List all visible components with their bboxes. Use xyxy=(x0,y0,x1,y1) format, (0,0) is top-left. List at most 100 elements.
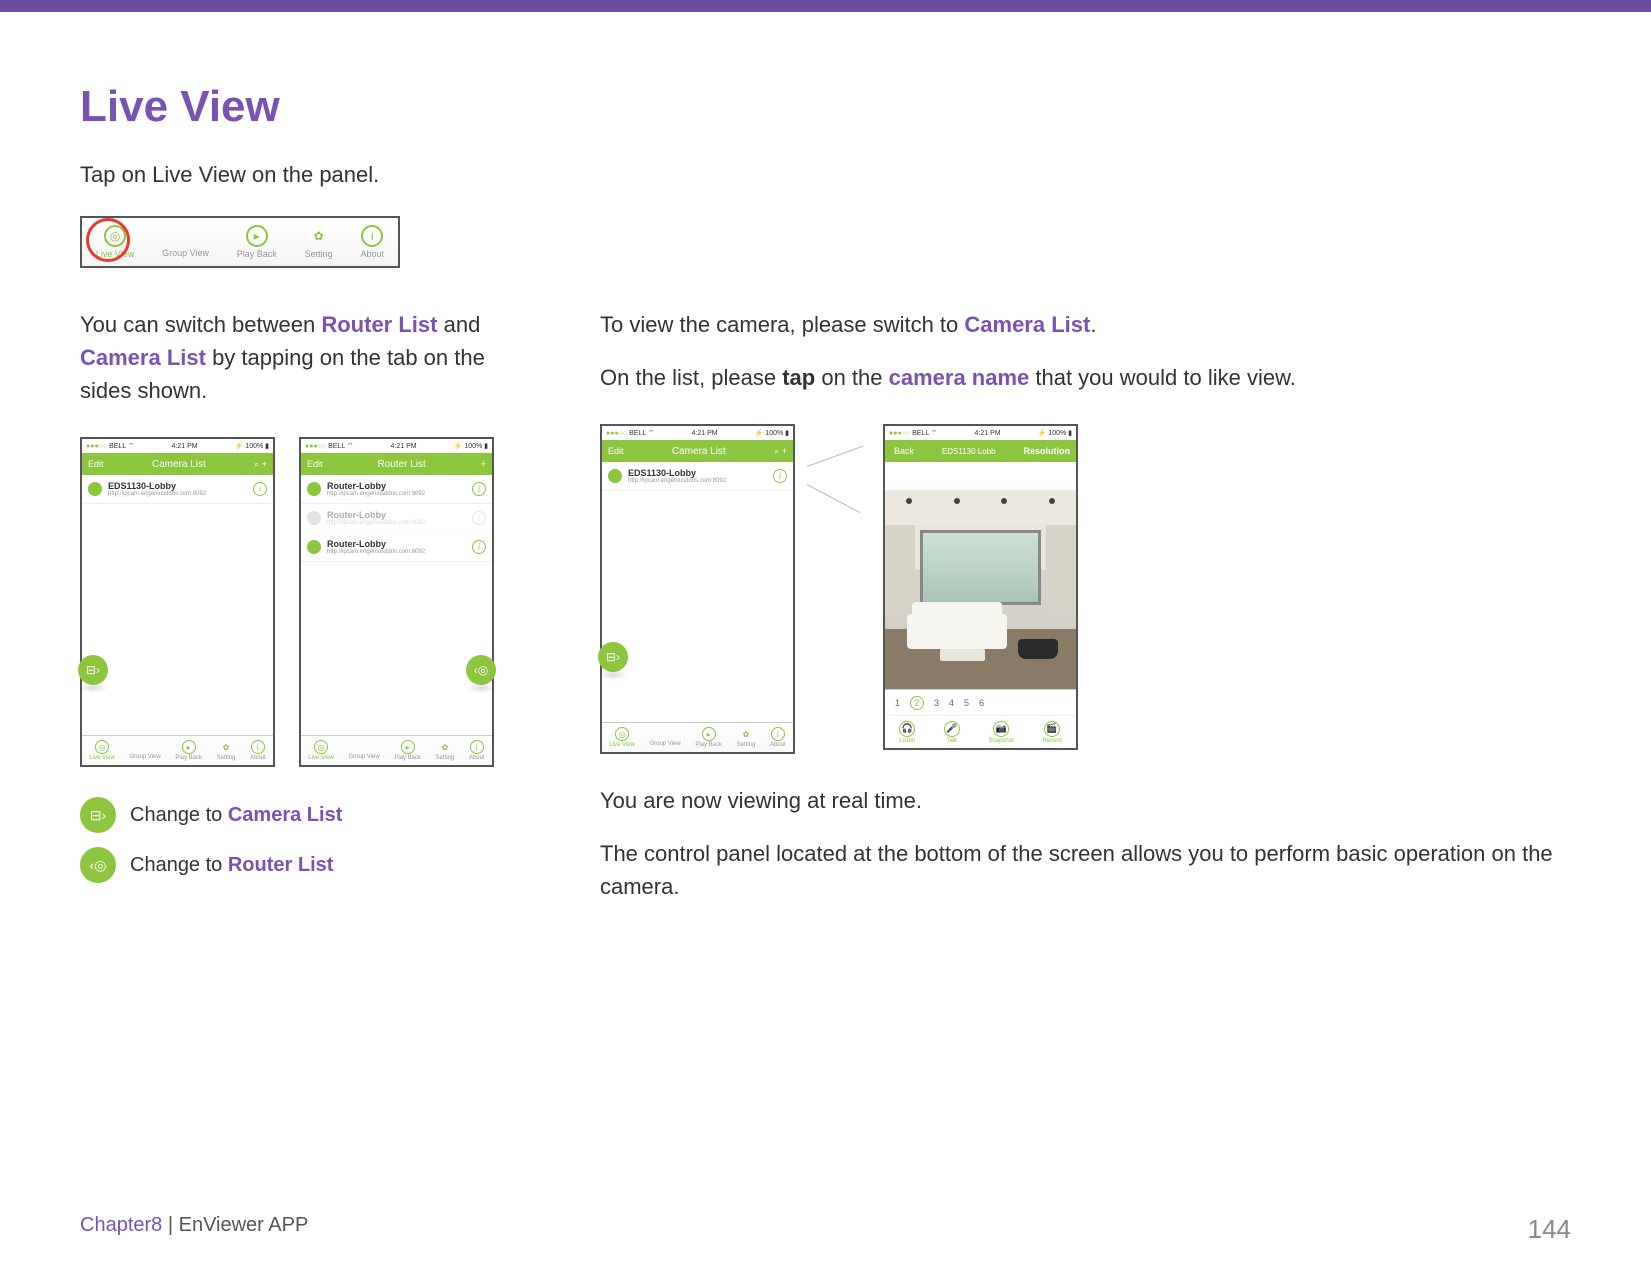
header-title: Camera List xyxy=(104,459,255,470)
tab-setting[interactable]: ✿Setting xyxy=(737,727,756,748)
status-dot-icon xyxy=(307,540,321,554)
search-icon[interactable]: ⌕ xyxy=(774,446,779,456)
add-icon[interactable]: + xyxy=(262,459,267,469)
tab-live-view[interactable]: ◎Live View xyxy=(89,740,115,761)
page-number: 144 xyxy=(1528,1214,1571,1245)
talk-button[interactable]: 🎤Talk xyxy=(944,721,960,744)
status-dot-icon xyxy=(307,511,321,525)
list-item[interactable]: Router-Lobbyhttp://ipcam.engeniusddns.co… xyxy=(301,533,492,562)
switch-tab-left[interactable]: ⊟› xyxy=(78,655,108,685)
pager: 1 2 3 4 5 6 xyxy=(885,690,1076,716)
legend-camera: ⊟› Change to Camera List xyxy=(80,797,540,833)
target-icon: ◎ xyxy=(95,740,109,754)
snapshot-button[interactable]: 📷Snapshot xyxy=(988,721,1013,744)
tab-group-view[interactable]: Group View xyxy=(649,728,680,747)
list-item[interactable]: Router-Lobbyhttp://ipcam.engeniusddns.co… xyxy=(301,475,492,504)
page-5[interactable]: 5 xyxy=(964,698,969,708)
header-actions: ⌕ + xyxy=(254,459,267,470)
info-icon[interactable]: i xyxy=(472,511,486,525)
header-title: Camera List xyxy=(624,446,775,457)
legend-router: ‹◎ Change to Router List xyxy=(80,847,540,883)
camera-url: http://ipcam.engeniusddns.com:8092 xyxy=(108,491,247,497)
panel-label: Group View xyxy=(162,248,209,258)
tab-shadow xyxy=(466,683,496,693)
tab-live-view[interactable]: ◎Live View xyxy=(609,727,635,748)
page-6[interactable]: 6 xyxy=(979,698,984,708)
app-name: EnViewer APP xyxy=(179,1214,309,1236)
target-icon: ◎ xyxy=(104,225,126,247)
info-icon: i xyxy=(470,740,484,754)
tab-live-view[interactable]: ◎Live View xyxy=(308,740,334,761)
tab-group-view[interactable]: Group View xyxy=(348,741,379,760)
panel-live-view[interactable]: ◎ Live View xyxy=(96,225,134,259)
page-4[interactable]: 4 xyxy=(949,698,954,708)
switch-tab-left[interactable]: ⊟› xyxy=(598,642,628,672)
edit-button[interactable]: Edit xyxy=(608,446,624,456)
chapter-label: Chapter8 xyxy=(80,1214,162,1236)
switch-tab-right-icon: ‹◎ xyxy=(80,847,116,883)
camera-icon: 📷 xyxy=(993,721,1009,737)
back-button[interactable]: ‹Back xyxy=(891,446,914,456)
page-3[interactable]: 3 xyxy=(934,698,939,708)
app-header: Edit Router List + xyxy=(301,453,492,475)
gear-icon: ✿ xyxy=(308,225,330,247)
tab-about[interactable]: iAbout xyxy=(250,740,266,761)
panel-label: Live View xyxy=(96,249,134,259)
search-icon[interactable]: ⌕ xyxy=(254,459,259,469)
listen-button[interactable]: 🎧Listen xyxy=(899,721,915,744)
tab-setting[interactable]: ✿Setting xyxy=(436,740,455,761)
video-feed[interactable] xyxy=(885,490,1076,690)
list-item[interactable]: Router-Lobbyhttp://ipcam.engeniusddns.co… xyxy=(301,504,492,533)
bottom-tab-bar: ◎Live View Group View ▸Play Back ✿Settin… xyxy=(301,735,492,765)
panel-about[interactable]: i About xyxy=(361,225,385,259)
tab-play-back[interactable]: ▸Play Back xyxy=(695,727,722,748)
info-icon: i xyxy=(251,740,265,754)
right-paragraph-1: To view the camera, please switch to Cam… xyxy=(600,308,1571,341)
page-1[interactable]: 1 xyxy=(895,698,900,708)
tab-play-back[interactable]: ▸Play Back xyxy=(394,740,421,761)
play-icon: ▸ xyxy=(182,740,196,754)
add-icon[interactable]: + xyxy=(782,446,787,456)
tab-about[interactable]: iAbout xyxy=(770,727,786,748)
tab-play-back[interactable]: ▸Play Back xyxy=(175,740,202,761)
info-icon[interactable]: i xyxy=(472,482,486,496)
panel-strip: ◎ Live View Group View ▸ Play Back ✿ Set… xyxy=(80,216,400,268)
info-icon[interactable]: i xyxy=(472,540,486,554)
target-icon: ◎ xyxy=(314,740,328,754)
edit-button[interactable]: Edit xyxy=(88,459,104,469)
status-dot-icon xyxy=(88,482,102,496)
page-2[interactable]: 2 xyxy=(910,696,924,710)
target-icon: ◎ xyxy=(615,727,629,741)
bottom-tab-bar: ◎Live View Group View ▸Play Back ✿Settin… xyxy=(602,722,793,752)
list-item[interactable]: EDS1130-Lobbyhttp://ipcam.engeniusddns.c… xyxy=(602,462,793,491)
info-icon[interactable]: i xyxy=(253,482,267,496)
status-dot-icon xyxy=(307,482,321,496)
panel-play-back[interactable]: ▸ Play Back xyxy=(237,225,277,259)
tab-setting[interactable]: ✿Setting xyxy=(217,740,236,761)
panel-label: About xyxy=(361,249,385,259)
intro-text: Tap on Live View on the panel. xyxy=(80,162,1571,188)
list-item[interactable]: EDS1130-Lobby http://ipcam.engeniusddns.… xyxy=(82,475,273,504)
panel-setting[interactable]: ✿ Setting xyxy=(305,225,333,259)
edit-button[interactable]: Edit xyxy=(307,459,323,469)
panel-group-view[interactable]: Group View xyxy=(162,226,209,258)
info-icon[interactable]: i xyxy=(773,469,787,483)
resolution-button[interactable]: Resolution xyxy=(1024,446,1071,456)
record-button[interactable]: 🎬Record xyxy=(1042,721,1061,744)
tab-group-view[interactable]: Group View xyxy=(129,741,160,760)
right-paragraph-2: On the list, please tap on the camera na… xyxy=(600,361,1571,394)
grid-icon xyxy=(139,741,151,753)
add-icon[interactable]: + xyxy=(481,459,486,469)
info-icon: i xyxy=(771,727,785,741)
phone-live-view: ●●●○○ BELL ⌔ 4:21 PM ⚡ 100% ▮ ‹Back EDS1… xyxy=(883,424,1078,750)
phone-camera-list-2: ●●●○○ BELL ⌔ 4:21 PM ⚡ 100% ▮ Edit Camer… xyxy=(600,424,795,754)
record-icon: 🎬 xyxy=(1044,721,1060,737)
tab-shadow xyxy=(598,670,628,680)
switch-tab-left-icon: ⊟› xyxy=(80,797,116,833)
header-title: Router List xyxy=(323,459,481,470)
play-icon: ▸ xyxy=(401,740,415,754)
phone-router-list: ●●●○○ BELL ⌔ 4:21 PM ⚡ 100% ▮ Edit Route… xyxy=(299,437,494,767)
gear-icon: ✿ xyxy=(438,740,452,754)
switch-tab-right[interactable]: ‹◎ xyxy=(466,655,496,685)
tab-about[interactable]: iAbout xyxy=(469,740,485,761)
